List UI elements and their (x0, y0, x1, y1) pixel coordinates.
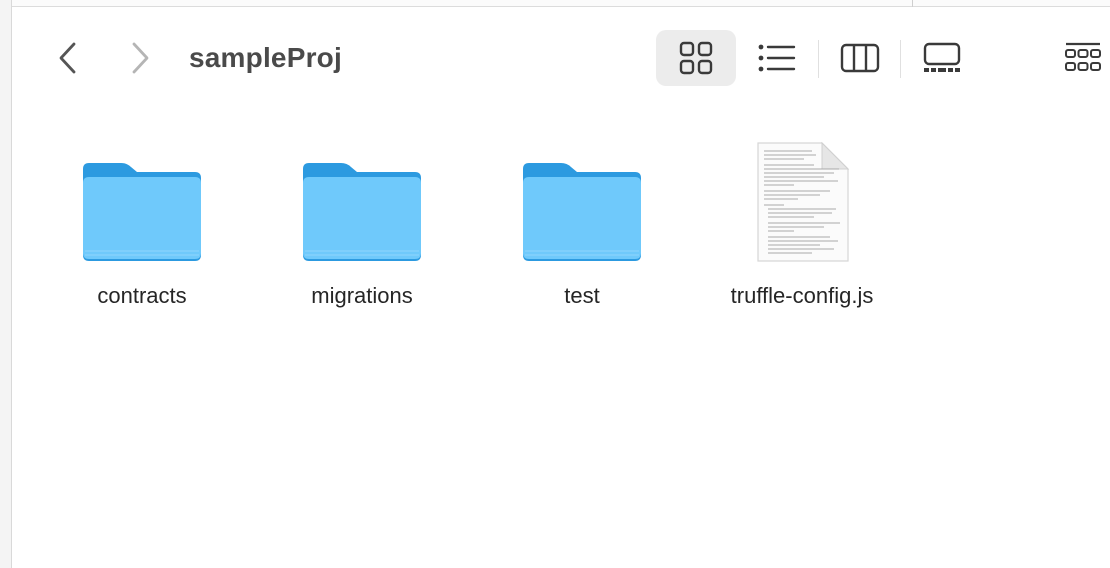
file-item-truffle-config[interactable]: truffle-config.js (702, 138, 902, 318)
file-grid: contracts migrations test truffle-config… (12, 108, 1110, 568)
list-view-button[interactable] (738, 30, 816, 86)
item-label: test (564, 283, 600, 308)
icon-view-grid-icon (679, 41, 713, 75)
folder-item-contracts[interactable]: contracts (42, 138, 242, 318)
folder-item-test[interactable]: test (482, 138, 682, 318)
group-grid-icon (1065, 42, 1101, 71)
window-top-edge (12, 0, 1110, 7)
list-view-icon (758, 44, 796, 72)
item-label: migrations (311, 283, 413, 308)
item-label: contracts (97, 283, 187, 308)
folder-icon (83, 163, 201, 261)
forward-button[interactable] (120, 38, 160, 78)
chevron-left-icon (59, 42, 76, 74)
folder-icon (303, 163, 421, 261)
icon-view-button[interactable] (656, 30, 736, 86)
gallery-view-icon (923, 42, 961, 72)
group-view-button[interactable] (1044, 30, 1110, 86)
sidebar-edge (0, 0, 12, 568)
toolbar-divider (818, 40, 819, 78)
document-icon (757, 141, 850, 262)
folder-icon (523, 163, 641, 261)
back-button[interactable] (48, 38, 88, 78)
gallery-view-button[interactable] (902, 30, 982, 86)
chevron-right-icon (132, 42, 149, 74)
folder-item-migrations[interactable]: migrations (262, 138, 462, 318)
toolbar-divider (900, 40, 901, 78)
top-divider (912, 0, 913, 7)
item-label: truffle-config.js (730, 283, 874, 308)
toolbar: sampleProj (12, 8, 1110, 108)
column-view-button[interactable] (820, 30, 900, 86)
finder-window: sampleProj contracts migrations test tru… (0, 0, 1110, 568)
column-view-icon (840, 43, 880, 73)
window-title: sampleProj (189, 42, 342, 73)
